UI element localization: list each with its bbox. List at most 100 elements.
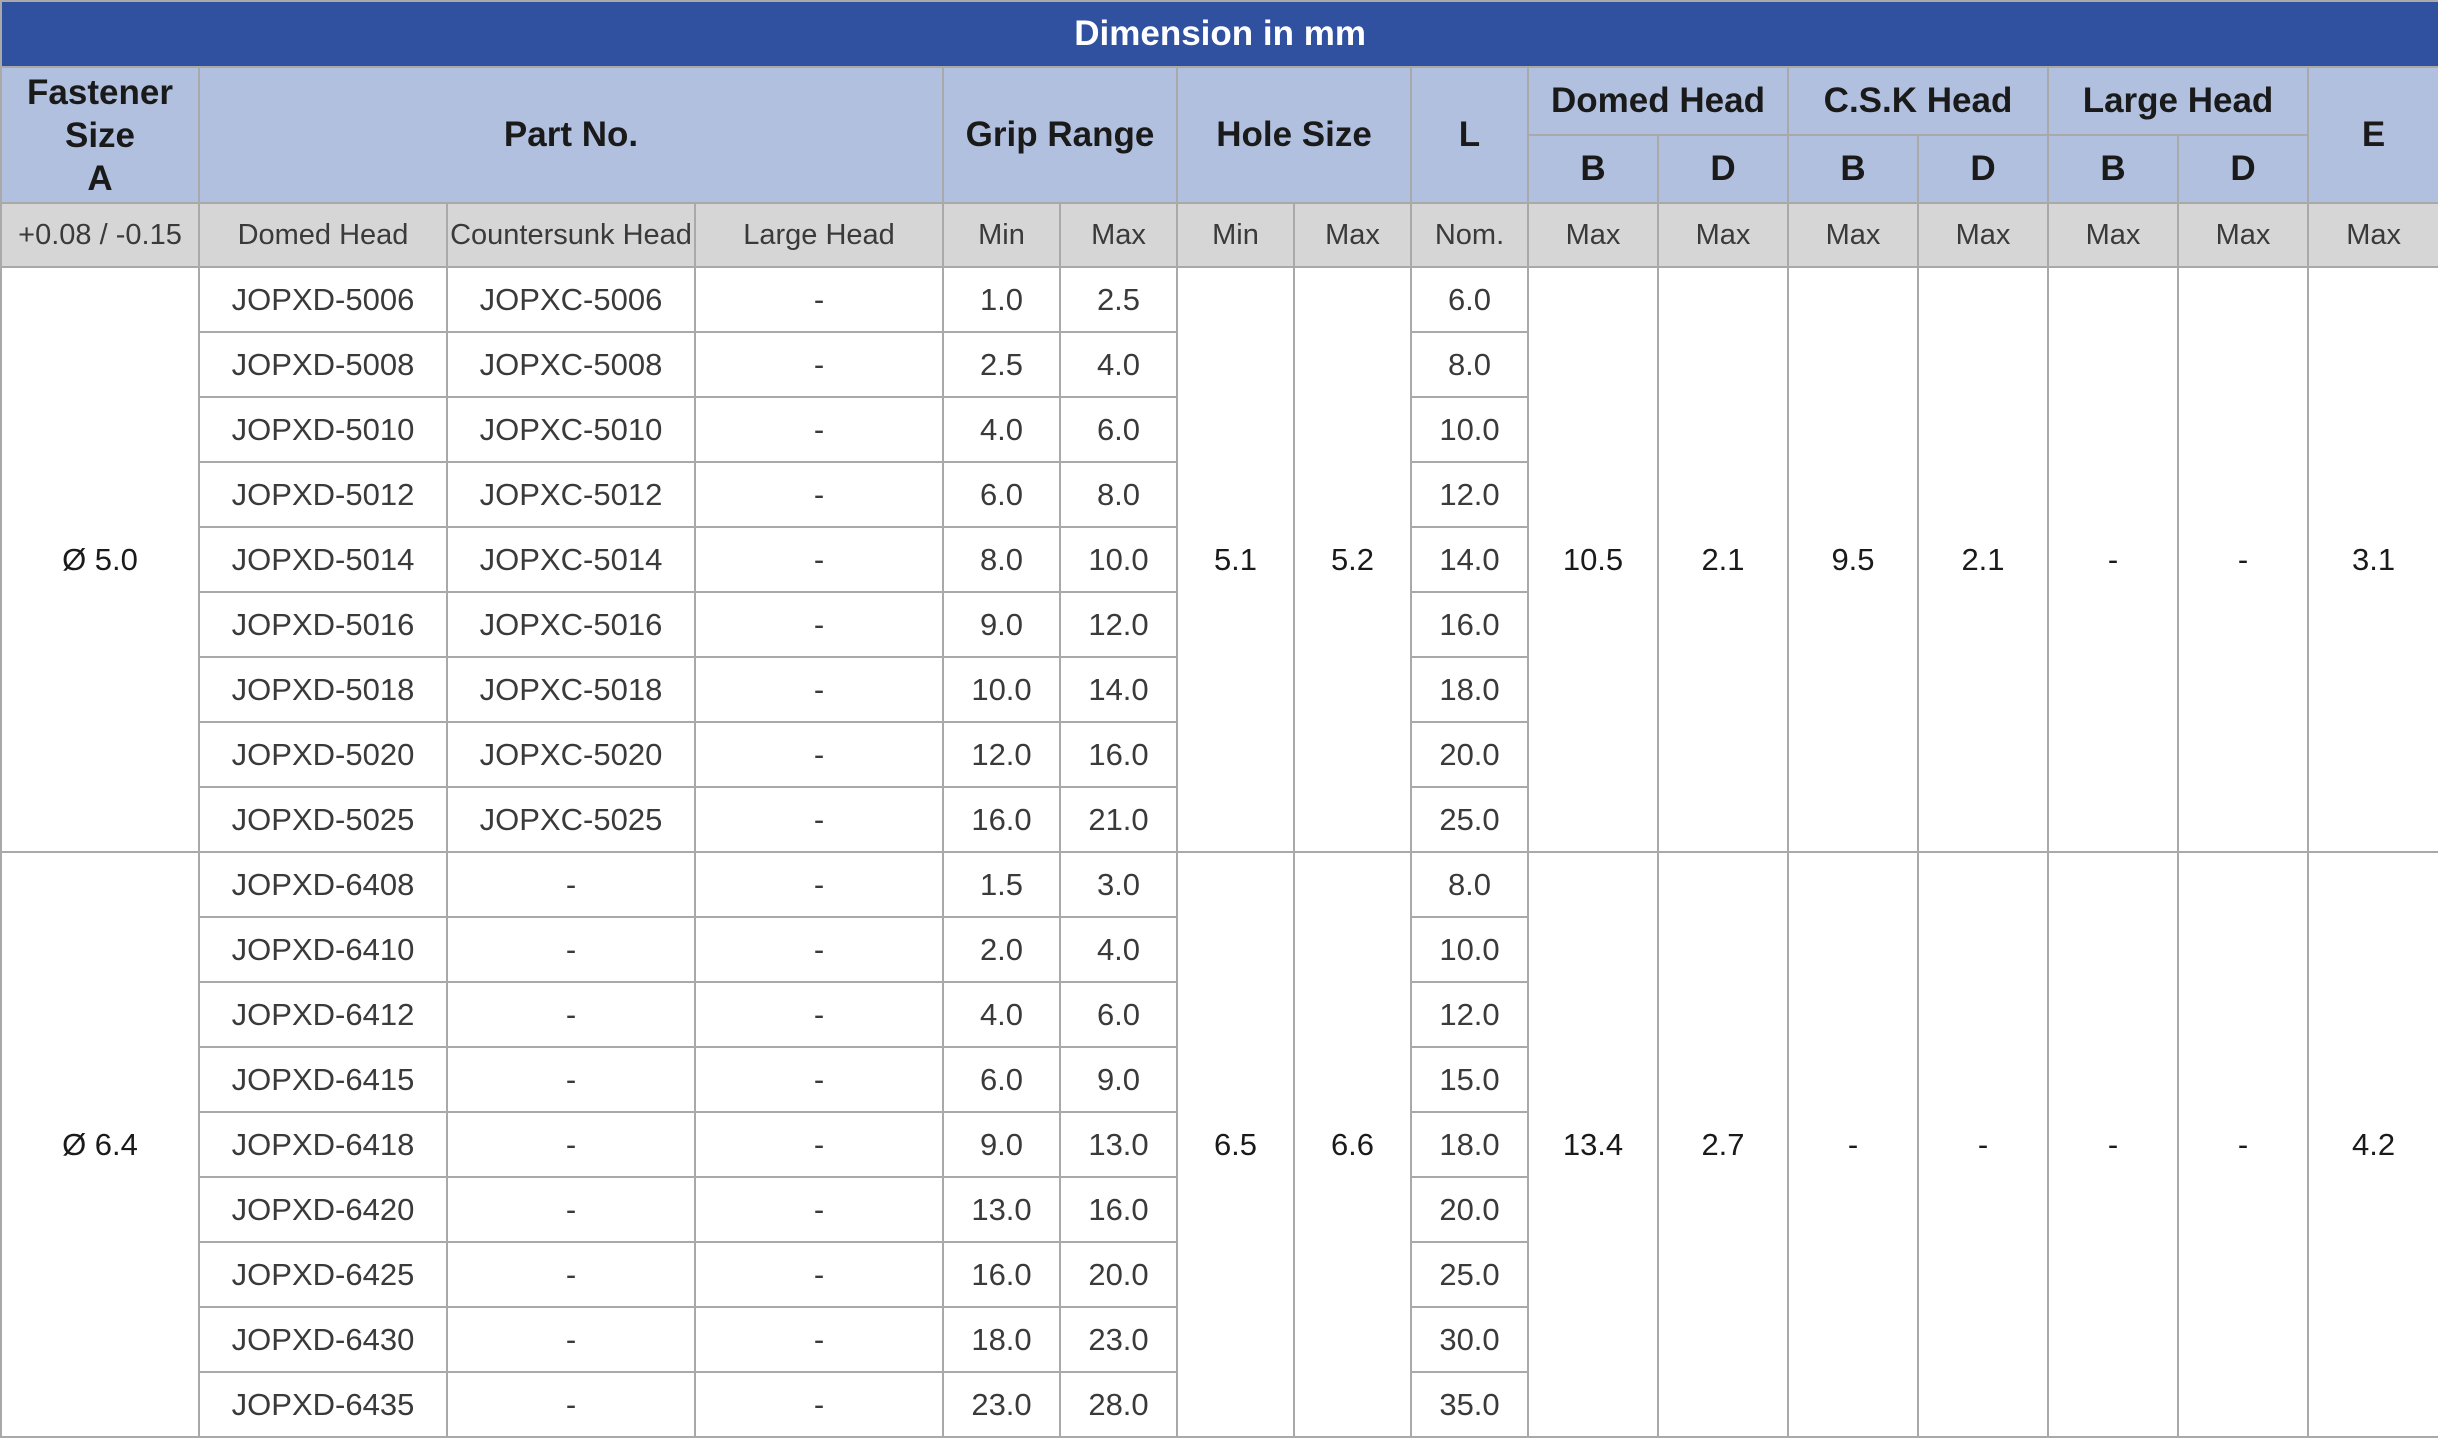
large-part-cell: - — [694, 656, 944, 723]
countersunk-part-cell: - — [446, 851, 696, 918]
fastener-size-header-line1: Fastener — [27, 72, 173, 112]
subheader-large-b-max: Max — [2047, 202, 2179, 268]
large-head-header: Large Head — [2047, 66, 2309, 136]
domed-d-header: D — [1657, 134, 1789, 204]
large-part-cell: - — [694, 1371, 944, 1438]
subheader-row: +0.08 / -0.15 Domed Head Countersunk Hea… — [0, 202, 2438, 268]
grip-max-cell: 20.0 — [1059, 1241, 1178, 1308]
csk-b-header: B — [1787, 134, 1919, 204]
large-d-cell: - — [2177, 266, 2309, 853]
countersunk-part-cell: - — [446, 1371, 696, 1438]
subheader-grip-min: Min — [942, 202, 1061, 268]
grip-min-cell: 9.0 — [942, 1111, 1061, 1178]
fastener-size-cell: Ø 6.4 — [0, 851, 200, 1438]
fastener-size-header-line2: Size — [64, 115, 136, 155]
large-b-cell: - — [2047, 266, 2179, 853]
subheader-domed-head: Domed Head — [198, 202, 448, 268]
grip-range-header: Grip Range — [942, 66, 1178, 204]
grip-max-cell: 16.0 — [1059, 721, 1178, 788]
large-part-cell: - — [694, 396, 944, 463]
subheader-domed-d-max: Max — [1657, 202, 1789, 268]
hole-min-cell: 6.5 — [1176, 851, 1295, 1438]
grip-max-cell: 8.0 — [1059, 461, 1178, 528]
countersunk-part-cell: JOPXC-5010 — [446, 396, 696, 463]
length-cell: 6.0 — [1410, 266, 1529, 333]
grip-max-cell: 4.0 — [1059, 916, 1178, 983]
subheader-hole-max: Max — [1293, 202, 1412, 268]
subheader-large-d-max: Max — [2177, 202, 2309, 268]
domed-part-cell: JOPXD-5008 — [198, 331, 448, 398]
large-part-cell: - — [694, 1046, 944, 1113]
length-cell: 10.0 — [1410, 916, 1529, 983]
fastener-size-cell: Ø 5.0 — [0, 266, 200, 853]
subheader-grip-max: Max — [1059, 202, 1178, 268]
grip-max-cell: 4.0 — [1059, 331, 1178, 398]
grip-max-cell: 12.0 — [1059, 591, 1178, 658]
grip-min-cell: 13.0 — [942, 1176, 1061, 1243]
domed-part-cell: JOPXD-6418 — [198, 1111, 448, 1178]
domed-part-cell: JOPXD-6435 — [198, 1371, 448, 1438]
domed-part-cell: JOPXD-6415 — [198, 1046, 448, 1113]
grip-max-cell: 2.5 — [1059, 266, 1178, 333]
countersunk-part-cell: JOPXC-5020 — [446, 721, 696, 788]
spec-sheet: Dimension in mm Fastener Size A Part No.… — [0, 0, 2438, 1444]
dimension-table: Dimension in mm Fastener Size A Part No.… — [0, 0, 2438, 1438]
domed-b-cell: 10.5 — [1527, 266, 1659, 853]
subheader-countersunk-head: Countersunk Head — [446, 202, 696, 268]
length-cell: 18.0 — [1410, 656, 1529, 723]
length-cell: 25.0 — [1410, 1241, 1529, 1308]
countersunk-part-cell: - — [446, 1111, 696, 1178]
fastener-size-header-line3: A — [87, 158, 113, 198]
length-cell: 20.0 — [1410, 721, 1529, 788]
grip-min-cell: 1.0 — [942, 266, 1061, 333]
csk-d-header: D — [1917, 134, 2049, 204]
length-cell: 16.0 — [1410, 591, 1529, 658]
length-cell: 8.0 — [1410, 851, 1529, 918]
subheader-length-nom: Nom. — [1410, 202, 1529, 268]
length-cell: 35.0 — [1410, 1371, 1529, 1438]
countersunk-part-cell: - — [446, 1176, 696, 1243]
part-no-header: Part No. — [198, 66, 944, 204]
countersunk-part-cell: - — [446, 916, 696, 983]
subheader-domed-b-max: Max — [1527, 202, 1659, 268]
hole-max-cell: 6.6 — [1293, 851, 1412, 1438]
e-header: E — [2306, 66, 2438, 204]
csk-head-header: C.S.K Head — [1787, 66, 2049, 136]
domed-b-header: B — [1527, 134, 1659, 204]
grip-min-cell: 23.0 — [942, 1371, 1061, 1438]
grip-max-cell: 9.0 — [1059, 1046, 1178, 1113]
domed-part-cell: JOPXD-5025 — [198, 786, 448, 853]
large-part-cell: - — [694, 786, 944, 853]
fastener-size-header: Fastener Size A — [0, 66, 200, 204]
hole-max-cell: 5.2 — [1293, 266, 1412, 853]
grip-min-cell: 6.0 — [942, 1046, 1061, 1113]
grip-min-cell: 2.0 — [942, 916, 1061, 983]
subheader-e-max: Max — [2306, 202, 2438, 268]
domed-part-cell: JOPXD-6412 — [198, 981, 448, 1048]
large-part-cell: - — [694, 266, 944, 333]
domed-part-cell: JOPXD-6430 — [198, 1306, 448, 1373]
grip-min-cell: 16.0 — [942, 1241, 1061, 1308]
length-cell: 8.0 — [1410, 331, 1529, 398]
large-part-cell: - — [694, 331, 944, 398]
countersunk-part-cell: JOPXC-5006 — [446, 266, 696, 333]
countersunk-part-cell: - — [446, 1046, 696, 1113]
grip-min-cell: 2.5 — [942, 331, 1061, 398]
grip-min-cell: 1.5 — [942, 851, 1061, 918]
length-cell: 10.0 — [1410, 396, 1529, 463]
domed-d-cell: 2.1 — [1657, 266, 1789, 853]
large-d-cell: - — [2177, 851, 2309, 1438]
length-cell: 18.0 — [1410, 1111, 1529, 1178]
grip-min-cell: 9.0 — [942, 591, 1061, 658]
large-part-cell: - — [694, 981, 944, 1048]
domed-part-cell: JOPXD-6410 — [198, 916, 448, 983]
domed-part-cell: JOPXD-5012 — [198, 461, 448, 528]
large-part-cell: - — [694, 461, 944, 528]
length-header: L — [1410, 66, 1529, 204]
domed-part-cell: JOPXD-5016 — [198, 591, 448, 658]
table-row: Ø 6.4 JOPXD-6408- -1.5 3.0 6.5 6.6 8.0 13.4 2.7-… — [0, 851, 2438, 1438]
csk-b-cell: - — [1787, 851, 1919, 1438]
length-cell: 14.0 — [1410, 526, 1529, 593]
grip-min-cell: 8.0 — [942, 526, 1061, 593]
countersunk-part-cell: JOPXC-5025 — [446, 786, 696, 853]
